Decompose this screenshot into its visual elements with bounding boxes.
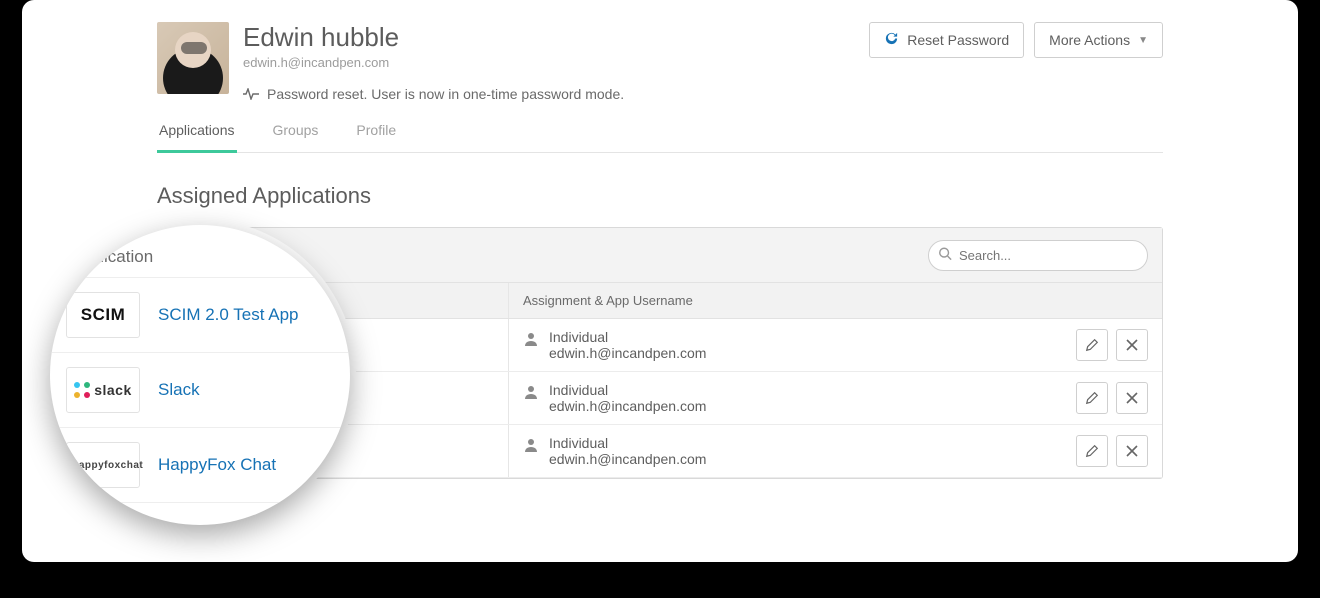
edit-button[interactable] — [1076, 435, 1108, 467]
caret-down-icon: ▼ — [1138, 35, 1148, 46]
reset-password-button[interactable]: Reset Password — [869, 22, 1024, 58]
col-actions-header — [1042, 283, 1162, 318]
close-icon — [1126, 445, 1138, 457]
slack-icon — [74, 382, 90, 398]
pencil-icon — [1085, 391, 1099, 405]
assignment-type: Individual — [549, 329, 706, 345]
lens-app-name[interactable]: HappyFox Chat — [158, 455, 276, 475]
lens-app-name[interactable]: Slack — [158, 380, 200, 400]
search-input[interactable] — [928, 240, 1148, 271]
edit-button[interactable] — [1076, 329, 1108, 361]
slack-logo: slack — [66, 367, 140, 413]
remove-button[interactable] — [1116, 435, 1148, 467]
section-title: Assigned Applications — [157, 183, 1163, 209]
header: Edwin hubble edwin.h@incandpen.com Passw… — [157, 22, 1163, 102]
close-icon — [1126, 339, 1138, 351]
pencil-icon — [1085, 444, 1099, 458]
person-icon — [523, 437, 539, 453]
activity-icon — [243, 88, 259, 100]
zoom-lens: Application SCIM SCIM 2.0 Test App slack… — [50, 225, 350, 525]
refresh-icon — [884, 31, 899, 49]
lens-row: slack Slack — [50, 353, 350, 428]
status-text: Password reset. User is now in one-time … — [267, 86, 624, 102]
user-block: Edwin hubble edwin.h@incandpen.com Passw… — [157, 22, 624, 102]
assignment-type: Individual — [549, 435, 706, 451]
assignment-username: edwin.h@incandpen.com — [549, 451, 706, 467]
slack-logo-text: slack — [94, 382, 132, 398]
col-assignment-header: Assignment & App Username — [508, 283, 1042, 318]
tab-profile[interactable]: Profile — [354, 122, 398, 152]
reset-password-label: Reset Password — [907, 32, 1009, 48]
search-wrap — [928, 240, 1148, 271]
header-actions: Reset Password More Actions ▼ — [869, 22, 1163, 58]
remove-button[interactable] — [1116, 382, 1148, 414]
tab-groups[interactable]: Groups — [271, 122, 321, 152]
more-actions-button[interactable]: More Actions ▼ — [1034, 22, 1163, 58]
person-icon — [523, 384, 539, 400]
pencil-icon — [1085, 338, 1099, 352]
user-email: edwin.h@incandpen.com — [243, 55, 624, 70]
tabbar: Applications Groups Profile — [157, 122, 1163, 153]
more-actions-label: More Actions — [1049, 32, 1130, 48]
scim-logo: SCIM — [66, 292, 140, 338]
close-icon — [1126, 392, 1138, 404]
avatar — [157, 22, 229, 94]
lens-app-name[interactable]: SCIM 2.0 Test App — [158, 305, 298, 325]
happyfox-logo-text: happyfoxchat — [72, 460, 143, 471]
person-icon — [523, 331, 539, 347]
user-name: Edwin hubble — [243, 22, 624, 53]
remove-button[interactable] — [1116, 329, 1148, 361]
assignment-username: edwin.h@incandpen.com — [549, 398, 706, 414]
edit-button[interactable] — [1076, 382, 1108, 414]
status-line: Password reset. User is now in one-time … — [243, 86, 624, 102]
assignment-type: Individual — [549, 382, 706, 398]
assignment-username: edwin.h@incandpen.com — [549, 345, 706, 361]
lens-row: SCIM SCIM 2.0 Test App — [50, 278, 350, 353]
tab-applications[interactable]: Applications — [157, 122, 237, 153]
user-texts: Edwin hubble edwin.h@incandpen.com Passw… — [243, 22, 624, 102]
